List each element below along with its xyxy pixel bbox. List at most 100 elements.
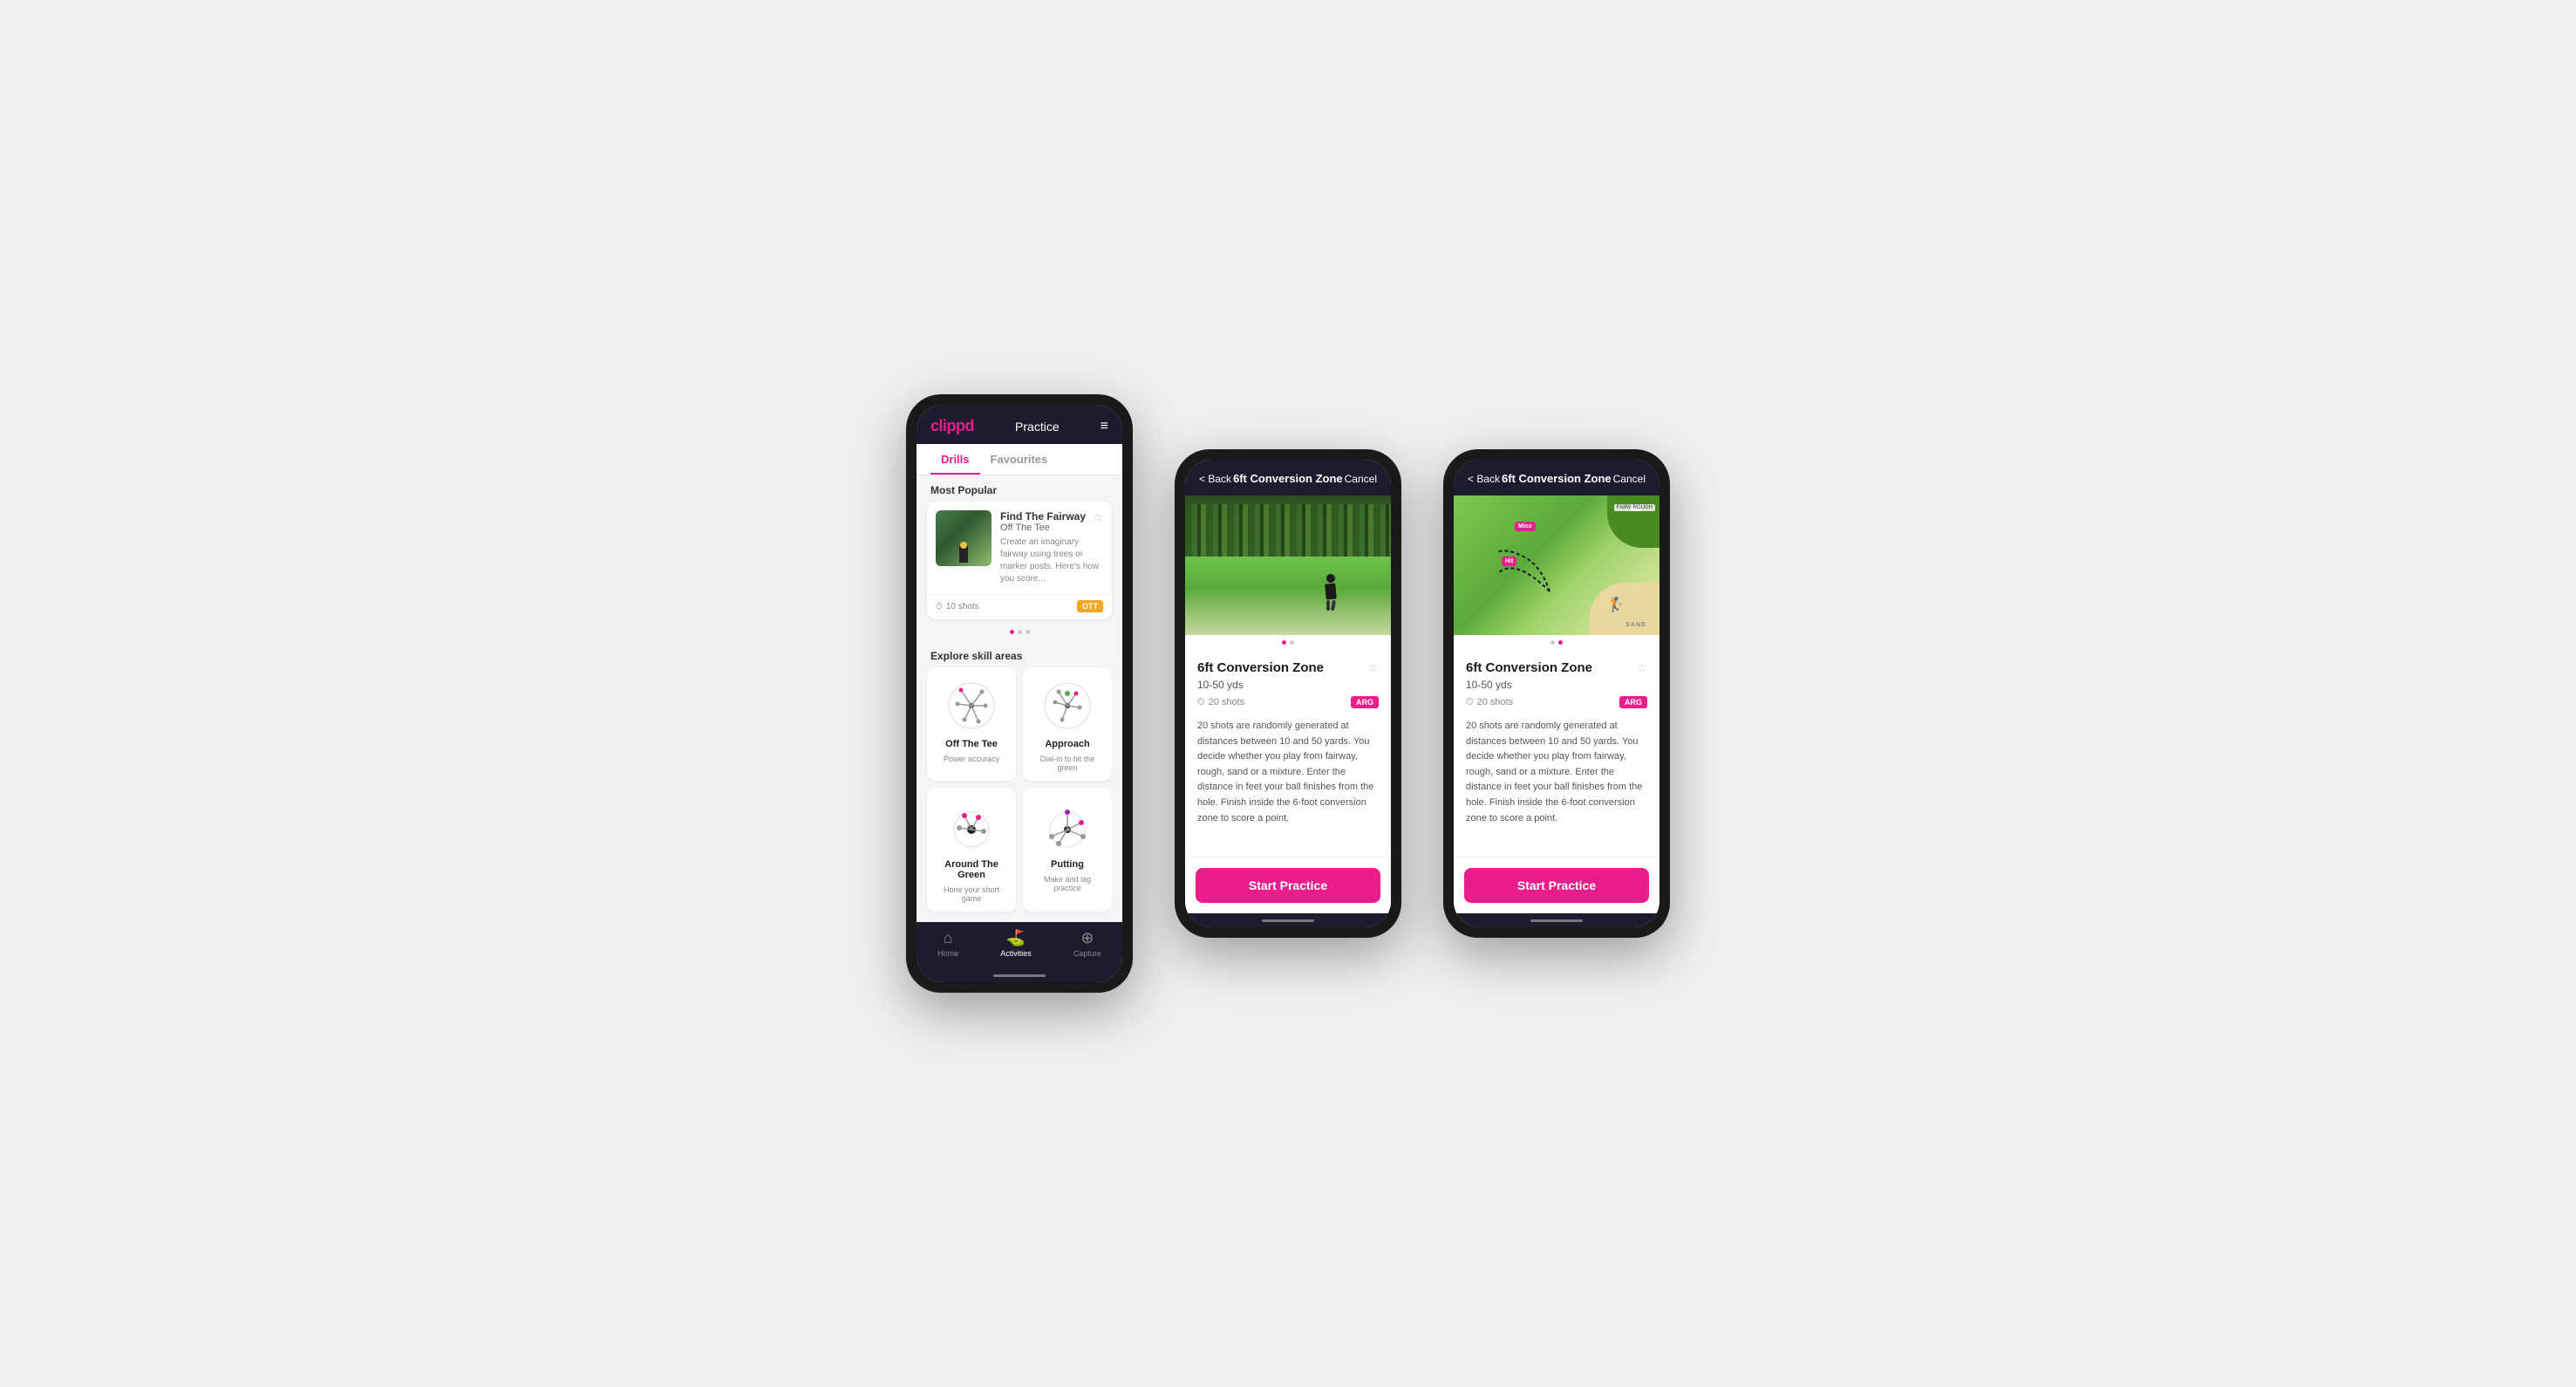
explore-label: Explore skill areas bbox=[917, 641, 1122, 667]
phone3-carousel-dots bbox=[1454, 635, 1659, 648]
menu-icon[interactable]: ≡ bbox=[1101, 419, 1108, 434]
phone3-header-title: 6ft Conversion Zone bbox=[1502, 472, 1612, 485]
skill-grid: Off The Tee Power accuracy bbox=[917, 667, 1122, 922]
nav-activities-label: Activities bbox=[1000, 949, 1032, 958]
home-bar-3 bbox=[1530, 919, 1583, 922]
phone-3: < Back 6ft Conversion Zone Cancel Hit Mi… bbox=[1443, 449, 1670, 938]
app-logo: clippd bbox=[930, 417, 974, 435]
rough-label: ROUGH bbox=[1631, 504, 1655, 511]
tabs-bar: Drills Favourites bbox=[917, 444, 1122, 475]
dot-p2-1 bbox=[1282, 640, 1286, 645]
photo-fairway bbox=[1185, 557, 1391, 635]
dot-3 bbox=[1026, 630, 1030, 634]
favourite-star-icon[interactable]: ☆ bbox=[1092, 510, 1103, 536]
cancel-button-3[interactable]: Cancel bbox=[1613, 473, 1646, 485]
drill-range-3: 10-50 yds bbox=[1466, 679, 1647, 691]
putting-icon bbox=[1039, 798, 1095, 854]
home-indicator-3 bbox=[1454, 913, 1659, 927]
skill-card-atg[interactable]: Around The Green Hone your short game bbox=[927, 788, 1016, 912]
drill-name-3: 6ft Conversion Zone bbox=[1466, 660, 1592, 675]
nav-home-label: Home bbox=[937, 949, 958, 958]
drill-content-3: 6ft Conversion Zone ☆ 10-50 yds ⏱ 20 sho… bbox=[1454, 648, 1659, 857]
home-bar bbox=[993, 974, 1046, 977]
shot-path-svg bbox=[1480, 539, 1584, 600]
nav-activities[interactable]: ⛳ Activities bbox=[1000, 929, 1032, 958]
clock-icon-3: ⏱ bbox=[1466, 697, 1474, 708]
start-practice-button[interactable]: Start Practice bbox=[1196, 868, 1380, 903]
sand-label: SAND bbox=[1625, 622, 1646, 628]
approach-desc: Dial-in to hit the green bbox=[1032, 755, 1103, 772]
drill-shots: ⏱ 20 shots bbox=[1197, 697, 1244, 708]
capture-icon: ⊕ bbox=[1080, 929, 1094, 947]
drill-shots-row-3: ⏱ 20 shots ARG bbox=[1466, 696, 1647, 708]
clock-icon-2: ⏱ bbox=[1197, 697, 1205, 708]
tab-favourites[interactable]: Favourites bbox=[980, 444, 1059, 475]
drill-content: 6ft Conversion Zone ☆ 10-50 yds ⏱ 20 sho… bbox=[1185, 648, 1391, 857]
skill-card-ott[interactable]: Off The Tee Power accuracy bbox=[927, 667, 1016, 781]
phone1-header: clippd Practice ≡ bbox=[917, 405, 1122, 444]
map-golfer-figure: 🏌️ bbox=[1607, 596, 1625, 613]
golfer-figure bbox=[1323, 574, 1339, 609]
phone3-header: < Back 6ft Conversion Zone Cancel bbox=[1454, 460, 1659, 495]
carousel-dots bbox=[917, 626, 1122, 641]
featured-subtitle: Off The Tee bbox=[1000, 523, 1086, 533]
cancel-button[interactable]: Cancel bbox=[1345, 473, 1377, 485]
skill-card-putting[interactable]: Putting Make and lag practice bbox=[1023, 788, 1112, 912]
back-button-3[interactable]: < Back bbox=[1468, 473, 1500, 485]
dot-1 bbox=[1010, 630, 1014, 634]
atg-name: Around The Green bbox=[936, 859, 1007, 880]
drill-shots-row: ⏱ 20 shots ARG bbox=[1197, 696, 1379, 708]
home-indicator-2 bbox=[1185, 913, 1391, 927]
drill-shots-3: ⏱ 20 shots bbox=[1466, 697, 1513, 708]
putting-name: Putting bbox=[1051, 859, 1084, 870]
ott-name: Off The Tee bbox=[945, 739, 998, 749]
back-button[interactable]: < Back bbox=[1199, 473, 1231, 485]
drill-header-row-3: 6ft Conversion Zone ☆ bbox=[1466, 660, 1647, 675]
atg-icon bbox=[944, 798, 999, 854]
map-sand bbox=[1590, 583, 1659, 635]
home-bar-2 bbox=[1262, 919, 1314, 922]
dot-p3-2 bbox=[1558, 640, 1563, 645]
phone2-carousel-dots bbox=[1185, 635, 1391, 648]
drill-map: Hit Miss FAIRWAY ROUGH SAND 🏌️ bbox=[1454, 495, 1659, 635]
nav-home[interactable]: ⌂ Home bbox=[937, 929, 958, 958]
drill-header-row: 6ft Conversion Zone ☆ bbox=[1197, 660, 1379, 675]
drill-name: 6ft Conversion Zone bbox=[1197, 660, 1324, 675]
map-rough bbox=[1607, 495, 1659, 548]
ott-desc: Power accuracy bbox=[944, 755, 999, 763]
nav-capture-label: Capture bbox=[1073, 949, 1101, 958]
tab-drills[interactable]: Drills bbox=[930, 444, 980, 475]
phone-1: clippd Practice ≡ Drills Favourites Most… bbox=[906, 394, 1133, 993]
arg-tag-3: ARG bbox=[1619, 696, 1647, 708]
drill-range: 10-50 yds bbox=[1197, 679, 1379, 691]
home-indicator bbox=[917, 968, 1122, 982]
drill-footer-3: Start Practice bbox=[1454, 857, 1659, 913]
approach-icon bbox=[1039, 678, 1095, 734]
drills-content: Most Popular Find The Fairway Off The Te… bbox=[917, 475, 1122, 922]
approach-name: Approach bbox=[1045, 739, 1089, 749]
drill-footer: Start Practice bbox=[1185, 857, 1391, 913]
home-icon: ⌂ bbox=[944, 929, 953, 947]
dot-p3-1 bbox=[1550, 640, 1555, 645]
most-popular-label: Most Popular bbox=[917, 475, 1122, 502]
phone-2: < Back 6ft Conversion Zone Cancel bbox=[1175, 449, 1401, 938]
shots-count: ⏱ 10 shots bbox=[936, 602, 979, 612]
skill-card-approach[interactable]: Approach Dial-in to hit the green bbox=[1023, 667, 1112, 781]
start-practice-button-3[interactable]: Start Practice bbox=[1464, 868, 1649, 903]
featured-footer: ⏱ 10 shots OTT bbox=[927, 594, 1112, 619]
nav-capture[interactable]: ⊕ Capture bbox=[1073, 929, 1101, 958]
dot-p2-2 bbox=[1290, 640, 1294, 645]
drill-favourite-icon-3[interactable]: ☆ bbox=[1636, 660, 1647, 675]
clock-icon: ⏱ bbox=[936, 602, 943, 612]
featured-title: Find The Fairway bbox=[1000, 510, 1086, 523]
activities-icon: ⛳ bbox=[1006, 929, 1026, 947]
drill-description-3: 20 shots are randomly generated at dista… bbox=[1466, 719, 1647, 826]
ott-tag: OTT bbox=[1077, 600, 1103, 612]
drill-favourite-icon[interactable]: ☆ bbox=[1367, 660, 1379, 675]
miss-marker: Miss bbox=[1515, 522, 1536, 531]
arg-tag: ARG bbox=[1351, 696, 1379, 708]
ott-icon bbox=[944, 678, 999, 734]
scene: clippd Practice ≡ Drills Favourites Most… bbox=[871, 359, 1705, 1028]
featured-info: Find The Fairway Off The Tee ☆ Create an… bbox=[1000, 510, 1103, 585]
featured-drill-card[interactable]: Find The Fairway Off The Tee ☆ Create an… bbox=[927, 502, 1112, 619]
